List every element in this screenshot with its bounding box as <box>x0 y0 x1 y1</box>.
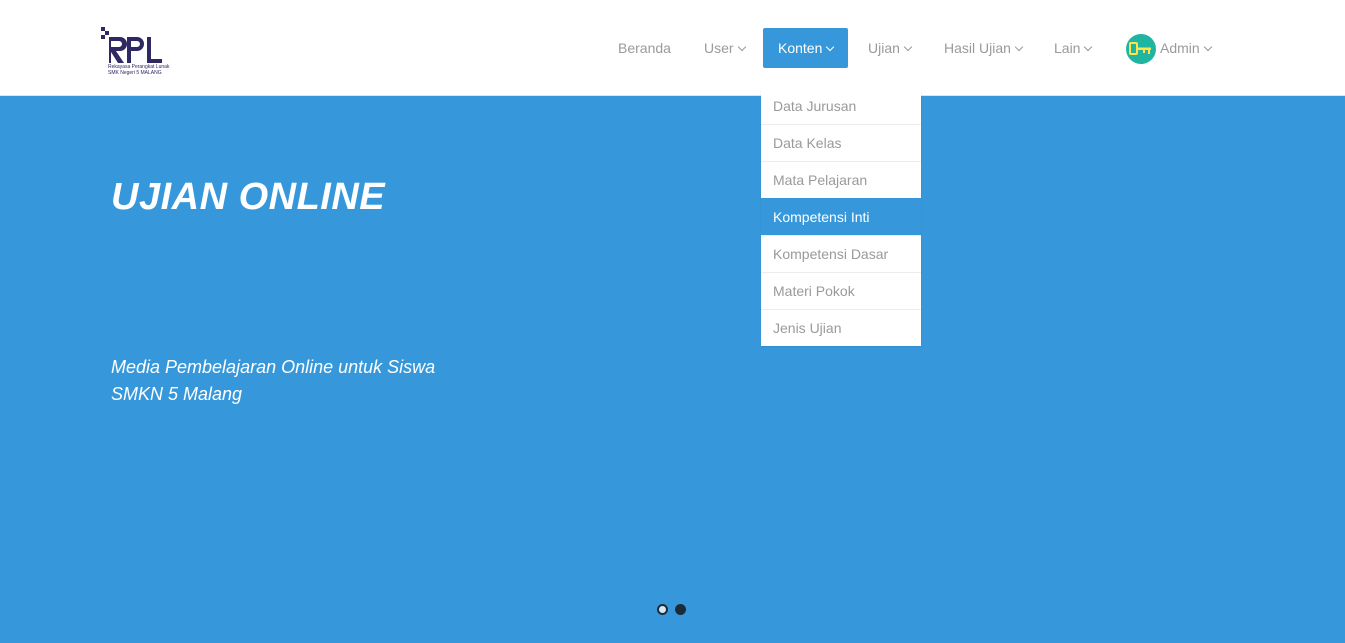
nav-item-label: Konten <box>778 40 823 56</box>
admin-avatar[interactable] <box>1126 34 1156 64</box>
dropdown-item-materi-pokok[interactable]: Materi Pokok <box>761 272 921 309</box>
dropdown-item-data-jurusan[interactable]: Data Jurusan <box>761 88 921 124</box>
hero-title: UJIAN ONLINE <box>111 176 386 218</box>
nav-item-lain[interactable]: Lain <box>1054 28 1093 68</box>
dropdown-item-kompetensi-inti[interactable]: Kompetensi Inti <box>761 198 921 235</box>
nav-item-label: Beranda <box>618 40 671 56</box>
chevron-down-icon <box>1203 42 1212 52</box>
nav-item-hasil-ujian[interactable]: Hasil Ujian <box>944 28 1024 68</box>
konten-dropdown-menu: Data Jurusan Data Kelas Mata Pelajaran K… <box>761 88 921 346</box>
nav-item-label: Admin <box>1160 40 1200 56</box>
nav-item-ujian[interactable]: Ujian <box>868 28 913 68</box>
chevron-down-icon <box>826 42 835 52</box>
brand-school: SMK Negeri 5 MALANG <box>108 70 162 76</box>
dropdown-item-mata-pelajaran[interactable]: Mata Pelajaran <box>761 161 921 198</box>
dropdown-item-data-kelas[interactable]: Data Kelas <box>761 124 921 161</box>
chevron-down-icon <box>1014 42 1024 52</box>
top-navbar: Rekayasa Perangkat Lunak SMK Negeri 5 MA… <box>0 0 1345 96</box>
nav-item-label: Lain <box>1054 40 1081 56</box>
dropdown-item-jenis-ujian[interactable]: Jenis Ujian <box>761 309 921 346</box>
nav-item-konten[interactable]: Konten <box>763 28 849 68</box>
chevron-down-icon <box>1084 42 1093 52</box>
chevron-down-icon <box>903 42 913 52</box>
key-icon <box>1129 42 1151 55</box>
nav-item-beranda[interactable]: Beranda <box>618 28 671 68</box>
chevron-down-icon <box>737 42 746 52</box>
carousel-indicator-1[interactable] <box>657 604 668 615</box>
nav-item-label: Hasil Ujian <box>944 40 1011 56</box>
nav-item-label: Ujian <box>868 40 900 56</box>
carousel-indicator-2[interactable] <box>675 604 686 615</box>
page: Rekayasa Perangkat Lunak SMK Negeri 5 MA… <box>0 0 1345 643</box>
nav-item-user[interactable]: User <box>704 28 746 68</box>
nav-item-label: User <box>704 40 734 56</box>
hero-subtitle-line1: Media Pembelajaran Online untuk Siswa <box>111 357 436 377</box>
nav-item-admin[interactable]: Admin <box>1160 28 1212 68</box>
hero-subtitle-line2: SMKN 5 Malang <box>111 384 243 404</box>
dropdown-item-kompetensi-dasar[interactable]: Kompetensi Dasar <box>761 235 921 272</box>
